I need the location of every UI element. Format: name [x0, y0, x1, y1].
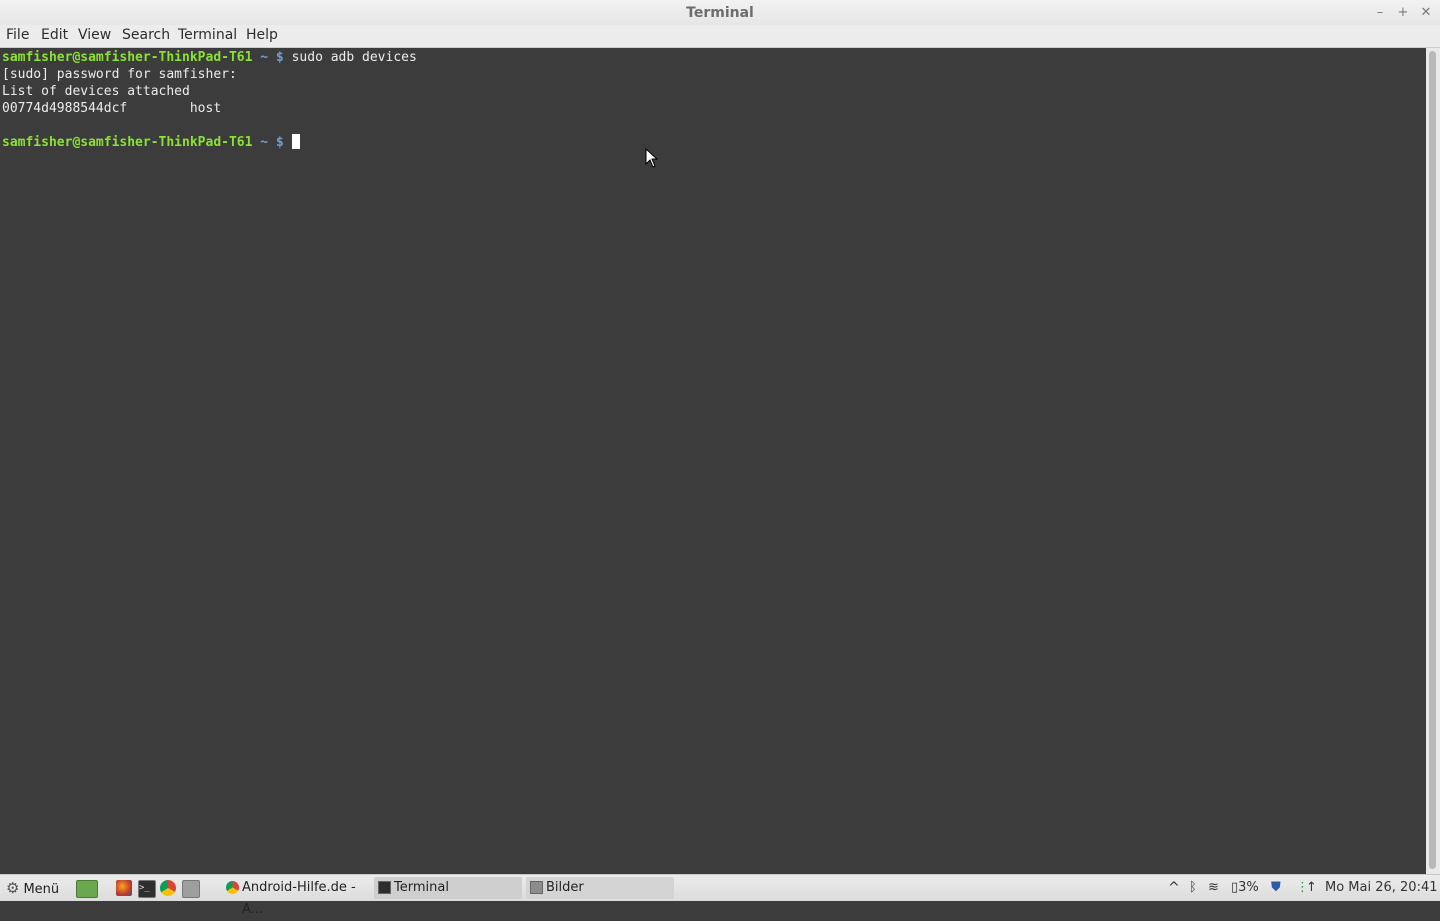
command-text [284, 135, 292, 150]
bluetooth-icon[interactable]: ᛒ [1189, 875, 1197, 901]
battery-percentage: 3% [1238, 880, 1259, 895]
taskbar-window-label: Terminal [394, 880, 449, 895]
wifi-icon[interactable]: ≋ [1208, 875, 1219, 901]
menu-file[interactable]: File [6, 27, 29, 43]
maximize-button[interactable]: + [1394, 4, 1412, 22]
start-menu-button[interactable]: ⚙ Menü [6, 875, 59, 901]
command-text: sudo adb devices [283, 50, 417, 65]
menu-edit[interactable]: Edit [41, 27, 68, 43]
text-cursor [291, 134, 300, 149]
terminal-launcher-icon[interactable]: >_ [138, 880, 156, 898]
terminal-output[interactable]: samfisher@samfisher-ThinkPad-T61 ~ $ sud… [0, 48, 1426, 874]
terminal-line: List of devices attached [2, 84, 190, 99]
shield-icon[interactable]: ⛊ [1271, 875, 1281, 901]
menu-search[interactable]: Search [122, 27, 170, 43]
prompt-path: ~ $ [252, 50, 284, 65]
terminal-line: samfisher@samfisher-ThinkPad-T61 ~ $ [2, 134, 300, 151]
firefox-icon[interactable] [116, 880, 132, 896]
terminal-line: 00774d4988544dcf host [2, 101, 222, 116]
scrollbar-thumb[interactable] [1429, 51, 1436, 869]
taskbar-window-label: Bilder [546, 880, 584, 895]
files-launcher-icon[interactable] [182, 880, 200, 898]
prompt-user: samfisher@samfisher-ThinkPad-T61 [2, 135, 253, 150]
window-titlebar[interactable]: Terminal – + ✕ [0, 0, 1440, 26]
terminal-line: [sudo] password for samfisher: [2, 67, 237, 82]
gear-icon: ⚙ [6, 879, 20, 897]
mouse-pointer-icon [645, 148, 659, 168]
taskbar: ⚙ Menü >_ Android-Hilfe.de - A... Termina… [0, 874, 1440, 917]
clock[interactable]: Mo Mai 26, 20:41 [1325, 875, 1438, 901]
prompt-user: samfisher@samfisher-ThinkPad-T61 [2, 50, 253, 65]
terminal-scrollbar[interactable] [1426, 48, 1440, 874]
menubar: File Edit View Search Terminal Help [0, 25, 1440, 48]
taskbar-window-bilder[interactable]: Bilder [526, 877, 674, 899]
terminal-icon [378, 881, 391, 894]
minimize-button[interactable]: – [1371, 4, 1389, 22]
start-menu-label: Menü [23, 882, 60, 897]
terminal-line: samfisher@samfisher-ThinkPad-T61 ~ $ sud… [2, 49, 417, 66]
chrome-icon[interactable] [160, 880, 176, 896]
prompt-path: ~ $ [252, 135, 284, 150]
menu-terminal[interactable]: Terminal [178, 27, 237, 43]
show-desktop-icon[interactable] [76, 880, 98, 898]
window-title: Terminal [686, 5, 754, 21]
chrome-icon [226, 881, 239, 894]
menu-help[interactable]: Help [246, 27, 278, 43]
battery-icon[interactable]: ▯3% [1231, 875, 1259, 901]
menu-view[interactable]: View [78, 27, 111, 43]
update-arrow-icon[interactable]: ↑ [1306, 875, 1317, 901]
folder-icon [530, 881, 543, 894]
taskbar-window-chrome[interactable]: Android-Hilfe.de - A... [222, 877, 372, 917]
taskbar-window-label: Android-Hilfe.de - A... [242, 880, 356, 917]
taskbar-window-terminal[interactable]: Terminal [374, 877, 522, 899]
close-button[interactable]: ✕ [1417, 4, 1435, 22]
tray-expand-icon[interactable]: ^ [1168, 875, 1180, 901]
